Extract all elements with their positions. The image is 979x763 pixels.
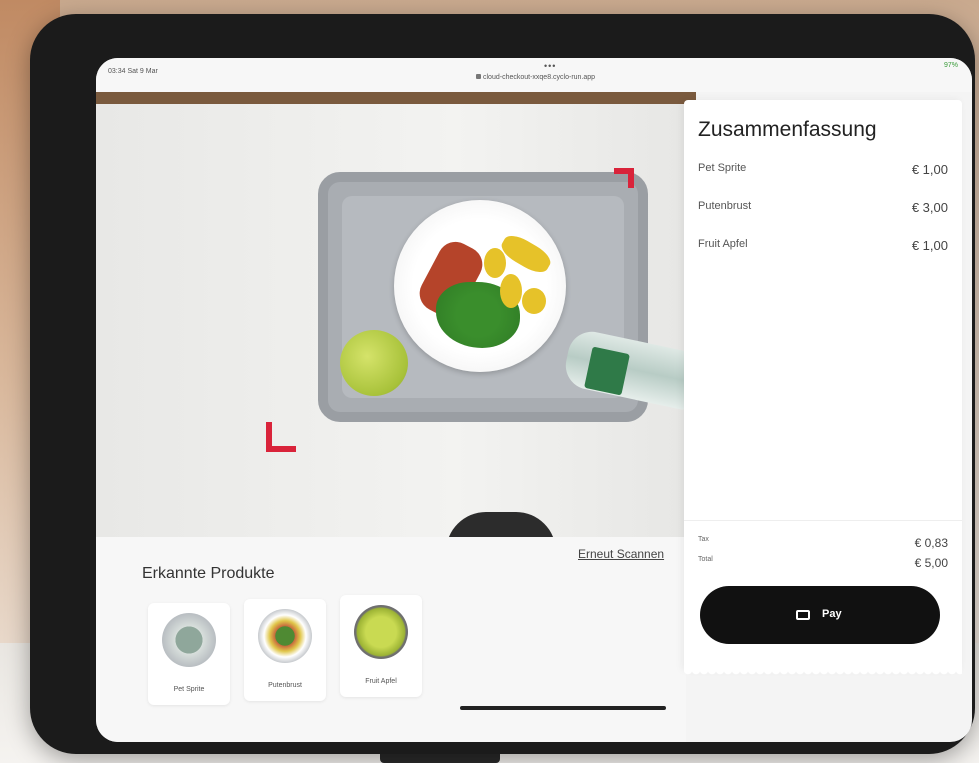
apple	[340, 330, 408, 396]
total-row: Total € 5,00	[698, 556, 948, 570]
tablet-screen: 03:34 Sat 9 Mar ••• cloud-checkout-xxqe8…	[96, 58, 972, 742]
status-time: 03:34 Sat 9 Mar	[108, 68, 158, 75]
tax-row: Tax € 0,83	[698, 536, 948, 550]
scanner-dome	[446, 512, 556, 537]
tax-value: € 0,83	[914, 536, 948, 550]
totals-divider	[684, 520, 962, 521]
corner-marker-bottom-left	[266, 422, 296, 452]
wood-edge	[96, 92, 696, 104]
lock-icon	[476, 74, 481, 79]
line-item-price: € 1,00	[911, 238, 948, 253]
potato	[522, 288, 546, 314]
order-summary-panel: Zusammenfassung Pet Sprite € 1,00 Putenb…	[684, 100, 962, 670]
potato	[500, 274, 522, 308]
pay-label: Pay	[822, 608, 842, 620]
potato	[484, 248, 506, 278]
rescan-link[interactable]: Erneut Scannen	[578, 547, 664, 561]
pay-button[interactable]: Pay	[700, 586, 940, 644]
status-bar: 03:34 Sat 9 Mar ••• cloud-checkout-xxqe8…	[96, 58, 972, 92]
home-indicator[interactable]	[460, 706, 666, 710]
credit-card-icon	[796, 610, 810, 620]
summary-title: Zusammenfassung	[698, 118, 877, 141]
tax-label: Tax	[698, 536, 709, 543]
line-item-price: € 1,00	[911, 162, 948, 177]
address-url: cloud-checkout-xxqe8.cyclo-run.app	[483, 74, 596, 81]
bottle-thumbnail-icon	[162, 613, 216, 667]
total-value: € 5,00	[914, 556, 948, 570]
corner-marker-top-right	[614, 168, 634, 188]
multitask-dots-icon[interactable]: •••	[544, 61, 556, 71]
product-card-pet-sprite[interactable]: Pet Sprite	[148, 603, 230, 705]
product-card-putenbrust[interactable]: Putenbrust	[244, 599, 326, 701]
product-card-fruit-apfel[interactable]: Fruit Apfel	[340, 595, 422, 697]
receipt-zigzag-edge	[684, 670, 962, 678]
detected-products-panel: Erkannte Produkte Erneut Scannen Pet Spr…	[96, 537, 686, 742]
tablet-frame: 03:34 Sat 9 Mar ••• cloud-checkout-xxqe8…	[30, 14, 975, 754]
address-bar[interactable]: cloud-checkout-xxqe8.cyclo-run.app	[476, 74, 595, 81]
line-item-name: Fruit Apfel	[698, 238, 748, 250]
product-name: Fruit Apfel	[365, 678, 397, 685]
camera-feed	[96, 92, 696, 537]
product-name: Pet Sprite	[173, 686, 205, 693]
apple-thumbnail-icon	[354, 605, 408, 659]
product-name: Putenbrust	[268, 682, 302, 689]
line-item-name: Pet Sprite	[698, 162, 747, 174]
line-item-name: Putenbrust	[698, 200, 752, 212]
total-label: Total	[698, 556, 713, 563]
products-title: Erkannte Produkte	[142, 565, 275, 582]
battery-indicator: 97%	[943, 62, 958, 69]
line-item-price: € 3,00	[911, 200, 948, 215]
plate-thumbnail-icon	[258, 609, 312, 663]
